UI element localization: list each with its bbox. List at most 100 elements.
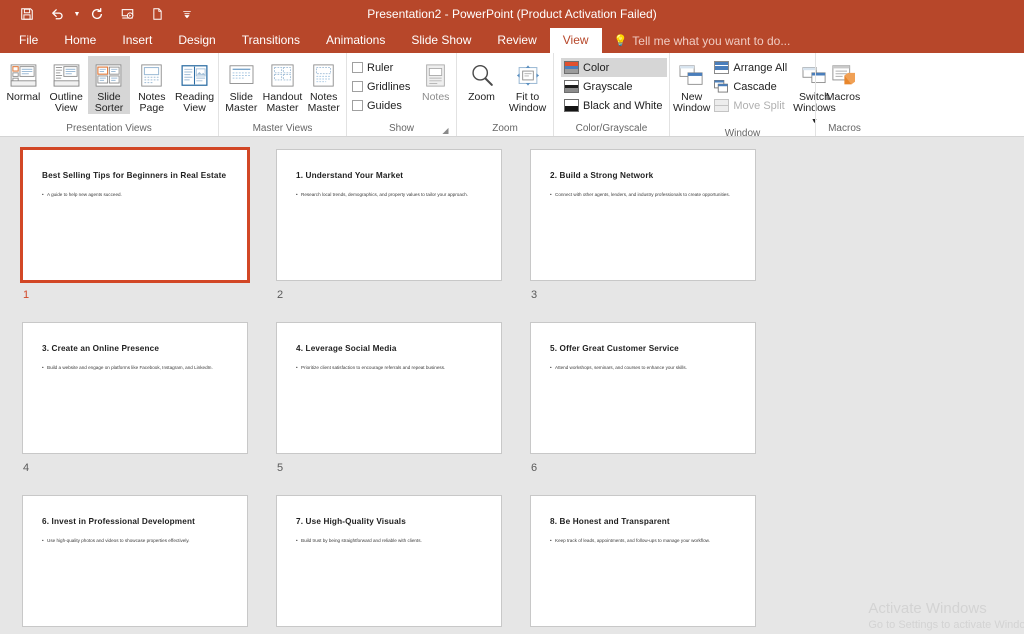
ribbon-tabs: File Home Insert Design Transitions Anim…	[0, 28, 1024, 53]
undo-icon[interactable]	[42, 2, 72, 26]
normal-view-button[interactable]: Normal	[2, 56, 45, 103]
slide-canvas: 5. Offer Great Customer Service Attend w…	[530, 322, 756, 454]
macros-label: Macros	[825, 91, 861, 103]
grayscale-label: Grayscale	[583, 80, 633, 93]
slide-sorter-label2: Sorter	[94, 102, 124, 114]
slide-thumbnail-5[interactable]: 4. Leverage Social Media Prioritize clie…	[276, 322, 530, 495]
slide-sorter-pane[interactable]: Best Selling Tips for Beginners in Real …	[0, 137, 1024, 634]
slide-body: Build trust by being straightforward and…	[296, 537, 484, 544]
arrange-all-label: Arrange All	[733, 61, 788, 74]
tab-insert[interactable]: Insert	[109, 28, 165, 53]
notes-page-label2: Page	[139, 102, 165, 114]
slide-thumbnail-6[interactable]: 5. Offer Great Customer Service Attend w…	[530, 322, 784, 495]
macros-icon	[830, 59, 857, 91]
slide-sorter-button[interactable]: Slide Sorter	[87, 56, 131, 114]
show-dialog-launcher[interactable]: ◢	[441, 126, 450, 135]
ruler-checkbox[interactable]: Ruler	[349, 58, 415, 77]
start-slideshow-icon[interactable]	[112, 2, 142, 26]
notes-button[interactable]: Notes	[417, 56, 454, 103]
checkbox-icon	[352, 81, 363, 92]
slide-thumbnail-9[interactable]: 8. Be Honest and Transparent Keep track …	[530, 495, 784, 634]
ribbon-group-color-grayscale: Color Grayscale Black and White Color/Gr…	[553, 53, 669, 136]
slide-master-icon	[228, 59, 255, 91]
quick-access-toolbar: ▼	[0, 2, 202, 26]
notes-label: Notes	[421, 91, 450, 103]
color-label: Color	[583, 61, 610, 74]
tab-review[interactable]: Review	[484, 28, 549, 53]
slide-body: A guide to help new agents succeed.	[42, 191, 230, 198]
reading-view-button[interactable]: Reading View	[173, 56, 216, 114]
ribbon-group-window: New Window Arrange All Cascade Move Spli…	[669, 53, 836, 139]
tab-home[interactable]: Home	[51, 28, 109, 53]
slide-title: 2. Build a Strong Network	[550, 171, 654, 180]
tab-view[interactable]: View	[549, 28, 602, 53]
slide-body: Use high-quality photos and videos to sh…	[42, 537, 230, 544]
guides-checkbox[interactable]: Guides	[349, 96, 415, 115]
ribbon: Normal Outline View Slide Sorter Notes P…	[0, 53, 1024, 139]
reading-view-icon	[181, 59, 208, 91]
tell-me-placeholder: Tell me what you want to do...	[632, 33, 791, 48]
grayscale-option[interactable]: Grayscale	[561, 77, 667, 96]
slide-number: 3	[531, 289, 538, 301]
slide-title: 5. Offer Great Customer Service	[550, 344, 679, 353]
slide-thumbnail-8[interactable]: 7. Use High-Quality Visuals Build trust …	[276, 495, 530, 634]
slide-thumbnail-2[interactable]: 1. Understand Your Market Research local…	[276, 149, 530, 322]
slide-number: 4	[23, 462, 30, 474]
ribbon-group-zoom: Zoom Fit to Window Zoom	[456, 53, 553, 136]
gridlines-checkbox[interactable]: Gridlines	[349, 77, 415, 96]
handout-master-icon	[269, 59, 296, 91]
ruler-label: Ruler	[367, 61, 394, 74]
slide-canvas: 2. Build a Strong Network Connect with o…	[530, 149, 756, 281]
new-icon[interactable]	[142, 2, 172, 26]
slide-master-button[interactable]: Slide Master	[221, 56, 262, 114]
notes-master-button[interactable]: Notes Master	[303, 56, 344, 114]
macros-button[interactable]: Macros	[818, 56, 868, 103]
arrange-all-button[interactable]: Arrange All	[711, 58, 792, 77]
ribbon-group-show: Ruler Gridlines Guides Notes Show ◢	[346, 53, 456, 136]
tell-me-box[interactable]: 💡 Tell me what you want to do...	[602, 28, 791, 53]
color-icon	[564, 61, 579, 74]
slide-canvas: 7. Use High-Quality Visuals Build trust …	[276, 495, 502, 627]
arrange-all-icon	[714, 61, 730, 74]
tab-design[interactable]: Design	[165, 28, 228, 53]
slide-body: Keep track of leads, appointments, and f…	[550, 537, 738, 544]
title-bar: ▼ Presentation2 - PowerPoint (Product Ac…	[0, 0, 1024, 28]
slide-thumbnail-1[interactable]: Best Selling Tips for Beginners in Real …	[20, 147, 276, 322]
new-window-button[interactable]: New Window	[672, 56, 711, 114]
slide-thumbnail-3[interactable]: 2. Build a Strong Network Connect with o…	[530, 149, 784, 322]
notes-page-button[interactable]: Notes Page	[130, 56, 173, 114]
handout-master-label2: Master	[266, 102, 299, 114]
slide-body: Build a website and engage on platforms …	[42, 364, 230, 371]
zoom-button[interactable]: Zoom	[459, 56, 504, 103]
save-icon[interactable]	[12, 2, 42, 26]
checkbox-icon	[352, 62, 363, 73]
grayscale-icon	[564, 80, 579, 93]
tab-slide-show[interactable]: Slide Show	[398, 28, 484, 53]
move-split-button: Move Split	[711, 96, 792, 115]
tab-animations[interactable]: Animations	[313, 28, 398, 53]
gridlines-label: Gridlines	[367, 80, 411, 93]
cascade-button[interactable]: Cascade	[711, 77, 792, 96]
slide-sorter-icon	[95, 59, 122, 91]
tab-transitions[interactable]: Transitions	[229, 28, 313, 53]
group-label-show: Show ◢	[388, 123, 450, 135]
fit-to-window-icon	[515, 59, 541, 91]
cascade-icon	[714, 80, 729, 93]
undo-dropdown-icon[interactable]: ▼	[72, 2, 82, 26]
group-label-presentation-views: Presentation Views	[66, 123, 152, 134]
redo-icon[interactable]	[82, 2, 112, 26]
handout-master-button[interactable]: Handout Master	[262, 56, 304, 114]
ribbon-group-macros: Macros Macros	[815, 53, 873, 136]
fit-to-window-button[interactable]: Fit to Window	[504, 56, 551, 114]
checkbox-icon	[352, 100, 363, 111]
zoom-label: Zoom	[468, 91, 495, 103]
slide-thumbnail-4[interactable]: 3. Create an Online Presence Build a web…	[22, 322, 276, 495]
black-and-white-option[interactable]: Black and White	[561, 96, 667, 115]
outline-view-button[interactable]: Outline View	[45, 56, 88, 114]
color-option[interactable]: Color	[561, 58, 668, 77]
tab-file[interactable]: File	[6, 28, 51, 53]
customize-qat-icon[interactable]	[172, 2, 202, 26]
slide-master-label2: Master	[225, 102, 258, 114]
slide-thumbnail-7[interactable]: 6. Invest in Professional Development Us…	[22, 495, 276, 634]
slide-title: 1. Understand Your Market	[296, 171, 404, 180]
